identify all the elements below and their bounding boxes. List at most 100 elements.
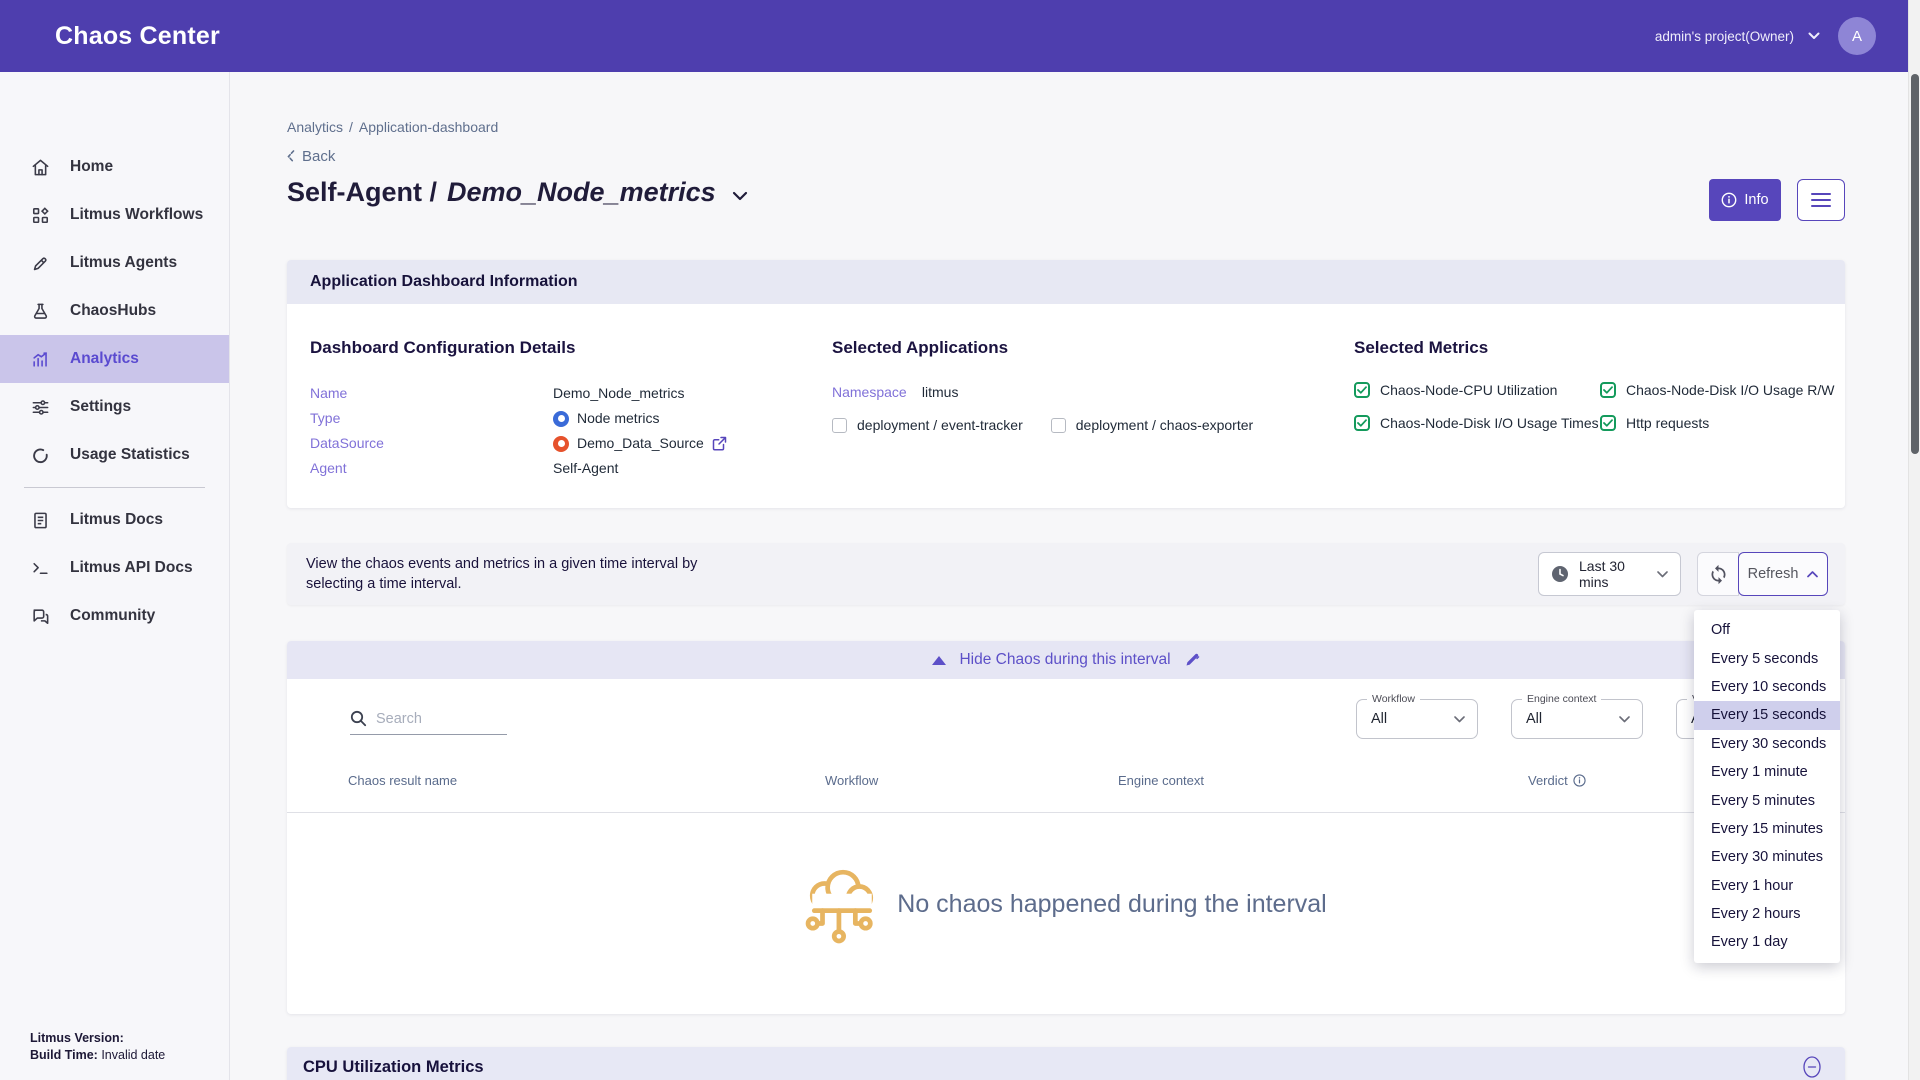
usage-icon — [30, 445, 50, 465]
sidebar-divider — [24, 487, 205, 488]
sidebar-item-community[interactable]: Community — [0, 592, 229, 640]
terminal-icon — [30, 558, 50, 578]
config-row-agent: Agent Self-Agent — [310, 459, 832, 478]
menu-item-every-1-hour[interactable]: Every 1 hour — [1694, 872, 1840, 900]
app-title: Chaos Center — [0, 22, 220, 51]
sidebar-item-label: Litmus Docs — [70, 511, 163, 529]
empty-message: No chaos happened during the interval — [897, 890, 1326, 919]
menu-item-every-5-minutes[interactable]: Every 5 minutes — [1694, 786, 1840, 814]
checkbox-unchecked-icon[interactable] — [832, 418, 847, 433]
chevron-down-icon — [1657, 571, 1668, 578]
sidebar-item-litmus-docs[interactable]: Litmus Docs — [0, 496, 229, 544]
application-checkbox-chaos-exporter[interactable]: deployment / chaos-exporter — [1051, 417, 1253, 433]
selected-applications: Selected Applications Namespace litmus d… — [832, 338, 1354, 478]
sidebar-item-label: Settings — [70, 398, 131, 416]
workflows-icon — [30, 205, 50, 225]
breadcrumb-analytics[interactable]: Analytics — [287, 119, 343, 135]
time-range-select[interactable]: Last 30 mins — [1538, 552, 1681, 596]
search-input[interactable] — [376, 711, 496, 727]
breadcrumb-application-dashboard: Application-dashboard — [359, 119, 498, 135]
card-header: Application Dashboard Information — [287, 260, 1845, 304]
sidebar-item-chaoshubs[interactable]: ChaosHubs — [0, 287, 229, 335]
info-button[interactable]: Info — [1709, 179, 1781, 221]
sidebar-item-label: Analytics — [70, 350, 139, 368]
checkbox-checked-icon[interactable] — [1354, 415, 1370, 431]
external-link-icon[interactable] — [712, 436, 727, 451]
scrollbar-thumb[interactable] — [1911, 74, 1919, 454]
info-button-label: Info — [1744, 192, 1768, 208]
title-agent: Self-Agent / — [287, 177, 437, 208]
sidebar-item-home[interactable]: Home — [0, 143, 229, 191]
engine-context-filter[interactable]: Engine context All — [1511, 699, 1643, 739]
selected-metrics: Selected Metrics Chaos-Node-CPU Utilizat… — [1354, 338, 1845, 478]
metric-checkbox-cpu-utilization[interactable]: Chaos-Node-CPU Utilization — [1354, 382, 1600, 398]
flask-icon — [30, 301, 50, 321]
checkbox-checked-icon[interactable] — [1600, 382, 1616, 398]
menu-item-every-15-seconds[interactable]: Every 15 seconds — [1694, 701, 1840, 729]
menu-item-every-5-seconds[interactable]: Every 5 seconds — [1694, 644, 1840, 672]
metric-checkbox-disk-io-rw[interactable]: Chaos-Node-Disk I/O Usage R/W — [1600, 382, 1845, 398]
chaos-results-card: Hide Chaos during this interval Workflow… — [287, 641, 1845, 1014]
search-field[interactable] — [350, 710, 507, 735]
clock-icon — [1551, 565, 1569, 583]
sync-icon — [1708, 564, 1729, 585]
checkbox-checked-icon[interactable] — [1600, 415, 1616, 431]
hide-chaos-toggle[interactable]: Hide Chaos during this interval — [287, 641, 1845, 679]
sidebar-item-label: Litmus Agents — [70, 254, 177, 272]
section-title: Selected Applications — [832, 338, 1354, 358]
title-chevron-down-icon[interactable] — [732, 191, 748, 201]
search-icon — [350, 710, 367, 727]
metric-checkbox-disk-io-times[interactable]: Chaos-Node-Disk I/O Usage Times — [1354, 415, 1600, 431]
menu-item-off[interactable]: Off — [1694, 616, 1840, 644]
verdict-info-icon[interactable] — [1573, 774, 1586, 787]
cpu-section-title: CPU Utilization Metrics — [303, 1058, 484, 1077]
node-metrics-icon — [553, 411, 569, 427]
collapse-minus-icon[interactable] — [1801, 1056, 1823, 1078]
chevron-up-icon — [1807, 571, 1818, 578]
document-icon — [30, 510, 50, 530]
menu-item-every-2-hours[interactable]: Every 2 hours — [1694, 900, 1840, 928]
breadcrumb-separator: / — [349, 119, 353, 135]
sidebar-item-analytics[interactable]: Analytics — [0, 335, 229, 383]
chevron-down-icon — [1808, 32, 1820, 40]
avatar[interactable]: A — [1838, 17, 1876, 55]
hamburger-icon — [1811, 193, 1831, 196]
sidebar-item-litmus-agents[interactable]: Litmus Agents — [0, 239, 229, 287]
sidebar-item-settings[interactable]: Settings — [0, 383, 229, 431]
workflow-filter[interactable]: Workflow All — [1356, 699, 1478, 739]
vertical-scrollbar[interactable] — [1908, 0, 1920, 1080]
section-title: Selected Metrics — [1354, 338, 1845, 358]
edit-pencil-icon[interactable] — [1184, 652, 1200, 668]
menu-item-every-1-day[interactable]: Every 1 day — [1694, 928, 1840, 956]
cloud-network-icon — [805, 865, 879, 944]
chaos-results-table-header: Chaos result name Workflow Engine contex… — [287, 773, 1845, 813]
breadcrumb: Analytics / Application-dashboard — [287, 119, 1845, 135]
refresh-now-button[interactable] — [1697, 552, 1739, 596]
sidebar-item-label: Community — [70, 607, 155, 625]
project-switcher[interactable]: admin's project(Owner) — [1655, 29, 1820, 44]
sidebar-item-label: Home — [70, 158, 113, 176]
chevron-down-icon — [1454, 716, 1465, 723]
checkbox-checked-icon[interactable] — [1354, 382, 1370, 398]
menu-item-every-15-minutes[interactable]: Every 15 minutes — [1694, 815, 1840, 843]
menu-item-every-10-seconds[interactable]: Every 10 seconds — [1694, 673, 1840, 701]
metric-checkbox-http-requests[interactable]: Http requests — [1600, 415, 1845, 431]
triangle-up-icon — [932, 656, 946, 665]
sidebar-item-label: Litmus Workflows — [70, 206, 203, 224]
app-header: Chaos Center admin's project(Owner) A — [0, 0, 1908, 72]
build-time-value: Invalid date — [101, 1048, 165, 1062]
menu-item-every-1-minute[interactable]: Every 1 minute — [1694, 758, 1840, 786]
checkbox-unchecked-icon[interactable] — [1051, 418, 1066, 433]
refresh-interval-button[interactable]: Refresh — [1738, 552, 1828, 596]
refresh-button-label: Refresh — [1748, 566, 1799, 582]
agents-icon — [30, 253, 50, 273]
sidebar-item-litmus-workflows[interactable]: Litmus Workflows — [0, 191, 229, 239]
page-title: Self-Agent / Demo_Node_metrics — [287, 177, 748, 208]
back-button[interactable]: Back — [287, 148, 1845, 165]
sidebar-item-litmus-api-docs[interactable]: Litmus API Docs — [0, 544, 229, 592]
application-checkbox-event-tracker[interactable]: deployment / event-tracker — [832, 417, 1023, 433]
dashboard-menu-button[interactable] — [1797, 179, 1845, 221]
menu-item-every-30-seconds[interactable]: Every 30 seconds — [1694, 730, 1840, 758]
menu-item-every-30-minutes[interactable]: Every 30 minutes — [1694, 843, 1840, 871]
sidebar-item-usage-statistics[interactable]: Usage Statistics — [0, 431, 229, 479]
